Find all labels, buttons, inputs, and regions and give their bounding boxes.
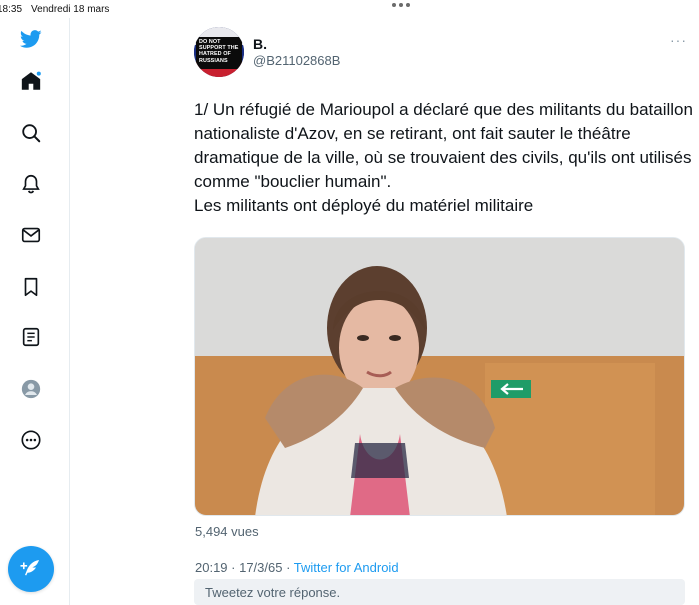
video-frame-image xyxy=(195,238,684,515)
more-options-icon[interactable]: ··· xyxy=(670,32,687,48)
multitasking-dots-icon[interactable] xyxy=(392,3,410,7)
more-icon[interactable] xyxy=(18,427,44,453)
home-icon[interactable] xyxy=(18,68,44,94)
app-window: 18:35 Vendredi 18 mars xyxy=(0,0,699,605)
status-date: Vendredi 18 mars xyxy=(31,3,110,15)
compose-tweet-button[interactable] xyxy=(8,546,54,592)
avatar-badge-text: DO NOT SUPPORT THE HATRED OF RUSSIANS xyxy=(196,37,242,69)
twitter-logo-icon[interactable] xyxy=(18,26,44,52)
tweet-timestamp: 20:19 · 17/3/65 · Twitter for Android xyxy=(195,560,399,575)
reply-input[interactable]: Tweetez votre réponse. xyxy=(194,579,685,605)
notifications-icon[interactable] xyxy=(18,171,44,197)
compose-tweet-icon xyxy=(20,560,39,576)
tweet-text: 1/ Un réfugié de Marioupol a déclaré que… xyxy=(194,100,693,215)
tweet-detail: DO NOT SUPPORT THE HATRED OF RUSSIANS B.… xyxy=(70,18,699,605)
status-time: 18:35 xyxy=(0,3,23,15)
tweet-video[interactable] xyxy=(194,237,685,516)
view-count: 5,494 vues xyxy=(195,524,259,539)
profile-icon[interactable] xyxy=(18,376,44,402)
author-display-name[interactable]: B. xyxy=(253,36,267,52)
tweet-source-link[interactable]: Twitter for Android xyxy=(294,560,399,575)
lists-icon[interactable] xyxy=(18,324,44,350)
status-bar: 18:35 Vendredi 18 mars xyxy=(0,0,699,18)
explore-icon[interactable] xyxy=(18,120,44,146)
tweet-time[interactable]: 20:19 · 17/3/65 · xyxy=(195,560,294,575)
sidebar-nav xyxy=(0,18,70,605)
avatar[interactable]: DO NOT SUPPORT THE HATRED OF RUSSIANS xyxy=(194,27,244,77)
messages-icon[interactable] xyxy=(18,222,44,248)
bookmarks-icon[interactable] xyxy=(18,274,44,300)
author-handle[interactable]: @B21102868B xyxy=(253,53,340,68)
